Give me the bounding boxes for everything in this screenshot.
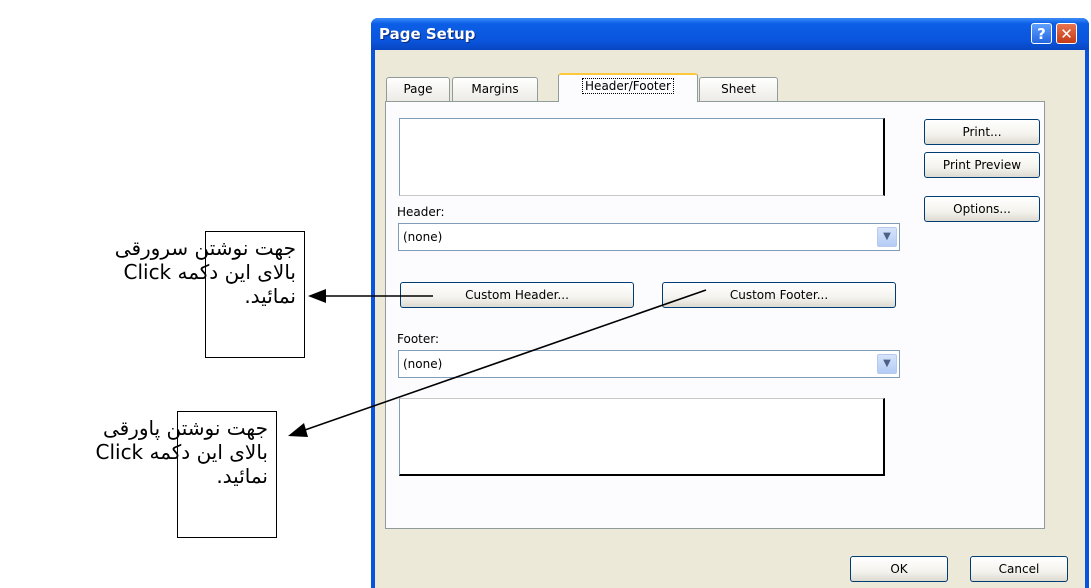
annotation-arrows [288, 289, 707, 437]
footer-arrow-line [301, 289, 707, 432]
footer-arrow-head [288, 423, 308, 437]
tab-label: Header/Footer [582, 78, 674, 94]
tab-header-footer[interactable]: Header/Footer [558, 73, 698, 102]
header-arrow-head [308, 289, 326, 303]
